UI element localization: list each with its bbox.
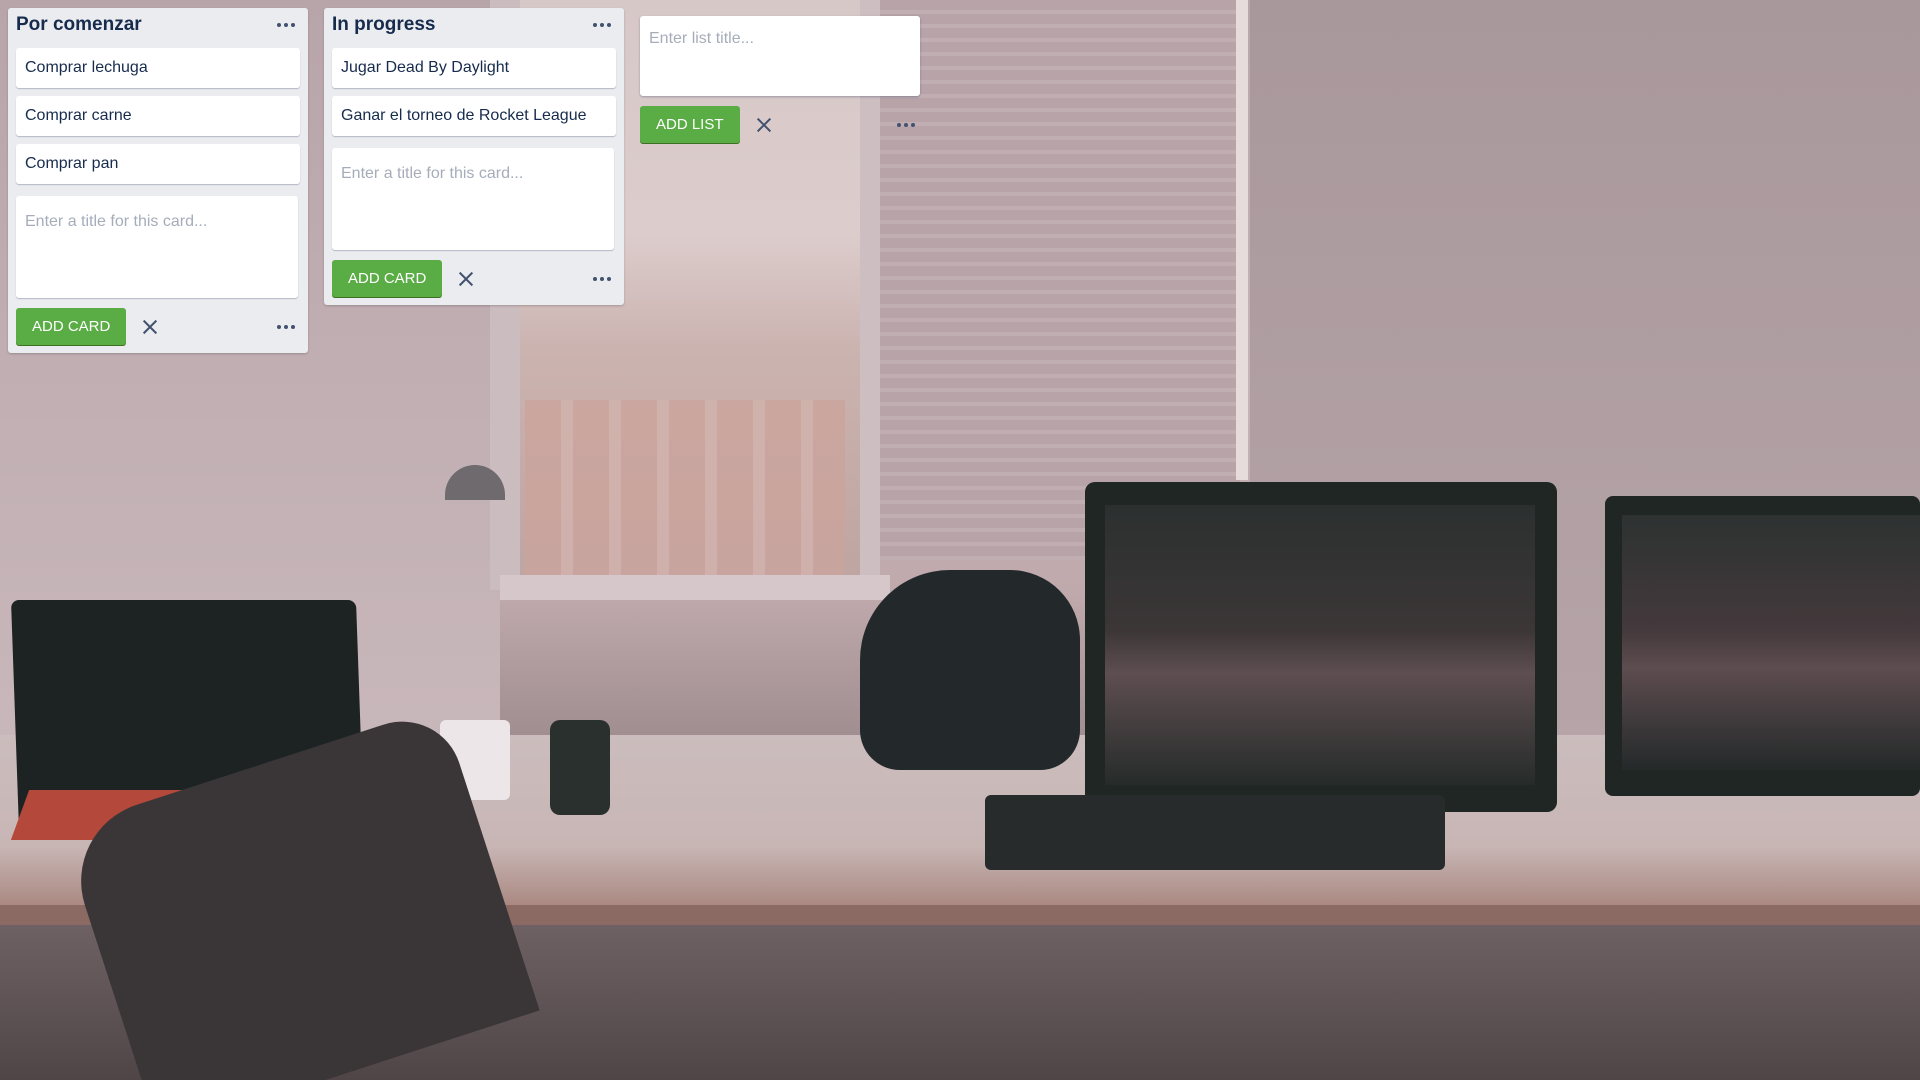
background-pipe (1236, 0, 1248, 480)
card[interactable]: Comprar carne (16, 96, 300, 136)
card-title-input[interactable] (332, 148, 614, 250)
list-header: Por comenzar (16, 8, 300, 38)
list-title[interactable]: In progress (332, 14, 435, 36)
close-icon[interactable] (752, 113, 776, 137)
list-title[interactable]: Por comenzar (16, 14, 142, 36)
list-title-input[interactable] (640, 16, 920, 96)
card[interactable]: Jugar Dead By Daylight (332, 48, 616, 88)
more-horizontal-icon[interactable] (272, 15, 300, 35)
background-camera-lens (550, 720, 610, 815)
more-horizontal-icon[interactable] (588, 269, 616, 289)
background-desk (0, 735, 1920, 920)
background-backpack (860, 570, 1080, 770)
card-composer-controls: ADD CARD (16, 308, 300, 345)
board: Por comenzar Comprar lechuga Comprar car… (0, 0, 1920, 1080)
background-mug (440, 720, 510, 800)
card-title-input[interactable] (16, 196, 298, 298)
background-lamp (445, 465, 505, 500)
more-horizontal-icon[interactable] (588, 15, 616, 35)
close-icon[interactable] (454, 267, 478, 291)
add-card-button[interactable]: ADD CARD (16, 308, 127, 345)
list-composer-controls: ADD LIST (640, 106, 920, 143)
list-header: In progress (332, 8, 616, 38)
add-card-button[interactable]: ADD CARD (332, 260, 443, 297)
background-laptop-base (10, 790, 430, 840)
background-floor (0, 925, 1920, 1080)
list-in-progress: In progress Jugar Dead By Daylight Ganar… (324, 8, 624, 305)
list-por-comenzar: Por comenzar Comprar lechuga Comprar car… (8, 8, 308, 353)
card[interactable]: Comprar pan (16, 144, 300, 184)
background-desk-edge (0, 905, 1920, 925)
card-composer-controls: ADD CARD (332, 260, 616, 297)
background-monitor-screen (1105, 505, 1535, 785)
add-list-button[interactable]: ADD LIST (640, 106, 740, 143)
background-blind (880, 0, 1240, 560)
more-horizontal-icon[interactable] (272, 317, 300, 337)
background-chair (60, 706, 540, 1080)
card[interactable]: Ganar el torneo de Rocket League (332, 96, 616, 136)
background-laptop (10, 600, 365, 830)
close-icon[interactable] (138, 315, 162, 339)
background-monitor-right-screen (1622, 515, 1920, 770)
background-monitor-right (1605, 496, 1920, 796)
more-horizontal-icon[interactable] (892, 115, 920, 135)
background-keyboard (985, 795, 1445, 870)
add-list-composer: ADD LIST (640, 16, 920, 143)
background-monitor (1085, 482, 1557, 812)
background-wall-right (1250, 0, 1920, 760)
background-buildings (525, 400, 845, 575)
card[interactable]: Comprar lechuga (16, 48, 300, 88)
background-window-sill (500, 575, 890, 600)
